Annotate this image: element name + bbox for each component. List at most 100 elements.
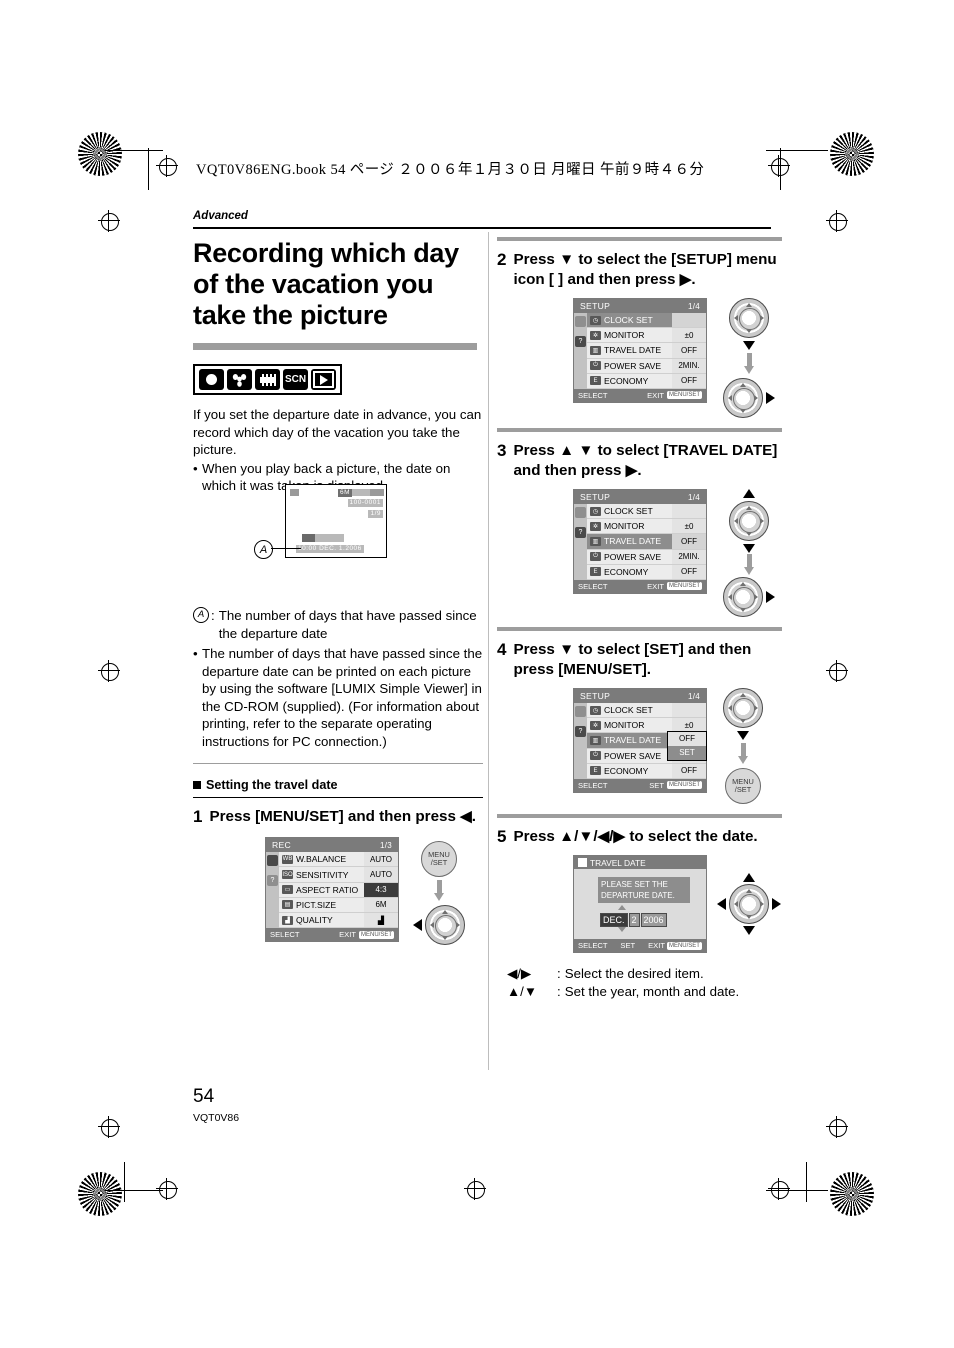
quality-icon: ▟ [282, 915, 293, 925]
setup-menu-titlebar: SETUP 1/4 [574, 689, 706, 703]
rec-menu-titlebar: REC 1/3 [266, 838, 398, 853]
setup-menu-screen-step3: SETUP 1/4 ? ◷ CLOCK SET ✲ MONITOR ±0 ▥ TRAVE… [573, 489, 707, 594]
setup-row-label: ECONOMY [604, 566, 649, 577]
pict-size-indicator: 6M [337, 489, 352, 497]
table-row[interactable]: ◷ CLOCK SET [587, 504, 706, 520]
table-row[interactable]: WB W.BALANCE AUTO [279, 852, 398, 868]
motion-picture-mode-icon [255, 369, 280, 390]
up-press-arrow-icon [743, 873, 755, 882]
travel-date-screen: TRAVEL DATE PLEASE SET THE DEPARTURE DAT… [573, 855, 707, 953]
up-adjust-arrow-icon[interactable] [618, 905, 626, 910]
setup-menu-tabs: ? [574, 703, 587, 779]
step-2-text: Press ▼ to select the [SETUP] menu icon … [513, 251, 777, 288]
option-off[interactable]: OFF [668, 732, 706, 746]
economy-icon: E [590, 376, 601, 386]
rec-tab-icon[interactable] [267, 855, 278, 867]
table-row[interactable]: ✲ MONITOR ±0 [587, 519, 706, 535]
rec-tab-icon[interactable] [575, 316, 586, 327]
menu-set-badge: MENU/SET [666, 941, 702, 950]
crop-target-right-lower [826, 1116, 848, 1138]
table-row[interactable]: ▥ TRAVEL DATE OFF [587, 343, 706, 359]
step-1-figure: REC 1/3 ? WB W.BALANCE AUTO ISO SENSITIVIT… [193, 837, 483, 946]
rec-tab-icon[interactable] [575, 706, 586, 717]
step-1-text: Press [MENU/SET] and then press ◀. [209, 808, 477, 826]
setup-row-value: OFF [672, 763, 706, 778]
menu-set-button[interactable]: MENU /SET [725, 768, 761, 804]
setup-row-label: MONITOR [604, 330, 645, 341]
travel-date-body: PLEASE SET THE DEPARTURE DATE. DEC. 2 20… [574, 869, 706, 939]
table-row[interactable]: ▤ PICT.SIZE 6M [279, 897, 398, 913]
table-row[interactable]: E ECONOMY OFF [587, 763, 706, 779]
step-5-figure: TRAVEL DATE PLEASE SET THE DEPARTURE DAT… [497, 855, 782, 953]
rec-row-value: ▟ [364, 912, 398, 928]
table-row[interactable]: E ECONOMY OFF [587, 564, 706, 580]
cursor-pad-button[interactable] [723, 688, 763, 728]
departure-date-field[interactable]: DEC. 2 2006 [600, 913, 667, 927]
registration-mark-top-right [830, 132, 874, 176]
step-2-button-graphic [723, 298, 775, 418]
setup-row-value: OFF [672, 373, 706, 388]
flow-arrow-down-icon [738, 743, 748, 765]
setup-row-label: CLOCK SET [604, 315, 653, 326]
running-head: Advanced [193, 210, 248, 222]
day-value[interactable]: 2 [628, 913, 640, 927]
option-set[interactable]: SET [668, 746, 706, 760]
table-row[interactable]: ◷ CLOCK SET [587, 313, 706, 329]
rec-row-value: 4:3 [364, 882, 398, 897]
setup-menu-titlebar: SETUP 1/4 [574, 490, 706, 504]
header-rule [193, 227, 771, 229]
setup-tab-icon[interactable]: ? [575, 336, 586, 347]
legend-desc: Set the year, month and date. [564, 984, 740, 999]
table-row[interactable]: E ECONOMY OFF [587, 373, 706, 389]
document-code: VQT0V86 [193, 1112, 240, 1124]
cursor-pad-button[interactable] [425, 905, 465, 946]
crop-target-bottom-center [464, 1178, 486, 1200]
travel-date-footer: SELECT SET EXIT MENU/SET [574, 939, 706, 952]
page-title: Recording which day of the vacation you … [193, 238, 459, 330]
setup-menu-footer: SELECT SET MENU/SET [574, 778, 706, 792]
cursor-pad-button[interactable] [729, 501, 769, 541]
table-row[interactable]: ⏻ POWER SAVE 2MIN. [587, 549, 706, 565]
down-adjust-arrow-icon[interactable] [618, 927, 626, 932]
crop-line-bottom-right [766, 1190, 828, 1191]
setup-tab-icon[interactable]: ? [575, 527, 586, 538]
cursor-pad-button[interactable] [729, 298, 769, 338]
setup-tab-icon[interactable]: ? [267, 875, 278, 887]
step-3-figure: SETUP 1/4 ? ◷ CLOCK SET ✲ MONITOR ±0 ▥ TRAVE… [497, 489, 782, 617]
table-row[interactable]: ◷ CLOCK SET [587, 703, 706, 719]
step-2: 2 Press ▼ to select the [SETUP] menu ico… [497, 250, 782, 290]
rec-footer-exit: EXIT [339, 930, 356, 940]
picture-size-icon: ▤ [282, 900, 293, 910]
setup-menu-footer: SELECT EXIT MENU/SET [574, 388, 706, 402]
step-3-number: 3 [497, 441, 507, 460]
menu-set-line2: /SET [430, 858, 448, 868]
cursor-pad-button[interactable] [723, 577, 763, 617]
menu-set-badge: MENU/SET [666, 781, 702, 790]
crop-line-bottom-left [105, 1190, 163, 1191]
step-1-number: 1 [193, 807, 203, 827]
crop-target-left-lower [98, 1116, 120, 1138]
table-row[interactable]: ▟ QUALITY ▟ [279, 912, 398, 929]
table-row[interactable]: ▥ TRAVEL DATE OFF [587, 534, 706, 550]
year-value[interactable]: 2006 [640, 913, 667, 927]
setup-row-value [672, 504, 706, 519]
setup-menu-titlebar: SETUP 1/4 [574, 299, 706, 313]
step-2-figure: SETUP 1/4 ? ◷ CLOCK SET ✲ MONITOR ±0 ▥ TRAVE… [497, 298, 782, 418]
cursor-pad-button[interactable] [723, 378, 763, 418]
table-row[interactable]: ✲ MONITOR ±0 [587, 328, 706, 344]
menu-set-button[interactable]: MENU /SET [421, 841, 457, 878]
table-row[interactable]: ISO SENSITIVITY AUTO [279, 867, 398, 883]
setup-menu-tabs: ? [574, 504, 587, 580]
setup-row-label: MONITOR [604, 521, 645, 532]
cursor-pad-button[interactable] [729, 884, 769, 924]
month-value[interactable]: DEC. [600, 913, 628, 927]
table-row[interactable]: ⏻ POWER SAVE 2MIN. [587, 358, 706, 374]
rec-tab-icon[interactable] [575, 507, 586, 518]
travel-date-icon: ▥ [590, 536, 601, 546]
setup-row-value: 2MIN. [672, 358, 706, 373]
step-4: 4 Press ▼ to select [SET] and then press… [497, 640, 782, 680]
flow-arrow-down-icon [434, 880, 444, 902]
setup-tab-icon[interactable]: ? [575, 726, 586, 737]
table-row[interactable]: ▭ ASPECT RATIO 4:3 [279, 882, 398, 898]
power-save-icon: ⏻ [590, 751, 601, 761]
